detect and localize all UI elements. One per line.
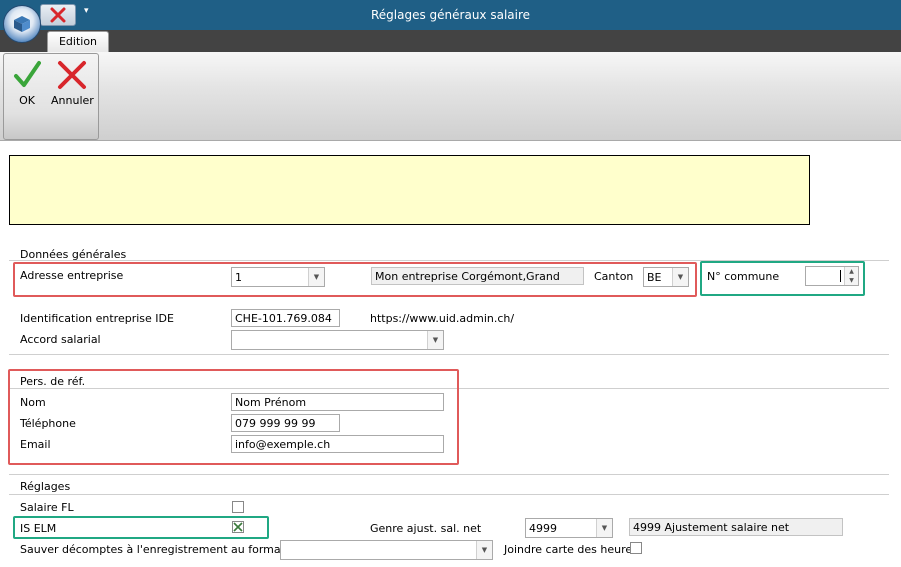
adjust-type-value: 4999 bbox=[529, 522, 557, 535]
highlight-box-address bbox=[13, 262, 697, 297]
red-x-icon bbox=[50, 7, 66, 23]
section-divider bbox=[9, 474, 889, 475]
salary-agreement-select[interactable]: ▼ bbox=[231, 330, 444, 350]
red-x-icon bbox=[58, 61, 87, 89]
quick-access-customize-icon[interactable]: ▾ bbox=[84, 6, 89, 16]
adjust-type-select[interactable]: 4999 ▼ bbox=[525, 518, 613, 538]
section-divider bbox=[9, 494, 889, 495]
highlight-box-reference bbox=[8, 369, 459, 465]
cancel-button[interactable]: Annuler bbox=[51, 58, 94, 107]
ide-field[interactable]: CHE-101.769.084 bbox=[231, 309, 340, 327]
tab-edition[interactable]: Edition bbox=[47, 31, 109, 53]
ribbon-tab-strip bbox=[0, 30, 901, 52]
section-title-settings: Réglages bbox=[20, 480, 71, 493]
cube-icon bbox=[14, 16, 30, 32]
chevron-down-icon: ▼ bbox=[427, 331, 443, 349]
ok-label: OK bbox=[19, 94, 35, 107]
save-format-label: Sauver décomptes à l'enregistrement au f… bbox=[20, 543, 285, 556]
cancel-label: Annuler bbox=[51, 94, 94, 107]
window-title: Réglages généraux salaire bbox=[370, 8, 531, 22]
title-bar: Réglages généraux salaire bbox=[0, 0, 901, 30]
ribbon bbox=[0, 52, 901, 141]
attach-hours-label: Joindre carte des heures bbox=[504, 543, 638, 556]
chevron-down-icon: ▼ bbox=[596, 519, 612, 537]
section-divider bbox=[9, 354, 889, 355]
notice-panel bbox=[9, 155, 810, 225]
adjust-type-label: Genre ajust. sal. net bbox=[370, 522, 482, 535]
salary-agreement-label: Accord salarial bbox=[20, 333, 101, 346]
highlight-box-is-elm bbox=[13, 516, 269, 539]
chevron-down-icon: ▼ bbox=[476, 541, 492, 559]
quick-access-close-button[interactable] bbox=[40, 4, 76, 26]
adjust-type-description: 4999 Ajustement salaire net bbox=[629, 518, 843, 536]
app-menu-button[interactable] bbox=[3, 5, 41, 43]
ribbon-group-actions: OK Annuler bbox=[3, 53, 99, 140]
ok-button[interactable]: OK bbox=[13, 58, 41, 107]
salaire-fl-label: Salaire FL bbox=[20, 501, 74, 514]
check-icon bbox=[14, 61, 41, 87]
highlight-box-commune bbox=[700, 261, 865, 296]
save-format-select[interactable]: ▼ bbox=[280, 540, 493, 560]
ide-label: Identification entreprise IDE bbox=[20, 312, 174, 325]
attach-hours-checkbox[interactable] bbox=[630, 542, 642, 554]
salaire-fl-checkbox[interactable] bbox=[232, 501, 244, 513]
ide-link[interactable]: https://www.uid.admin.ch/ bbox=[370, 312, 514, 325]
